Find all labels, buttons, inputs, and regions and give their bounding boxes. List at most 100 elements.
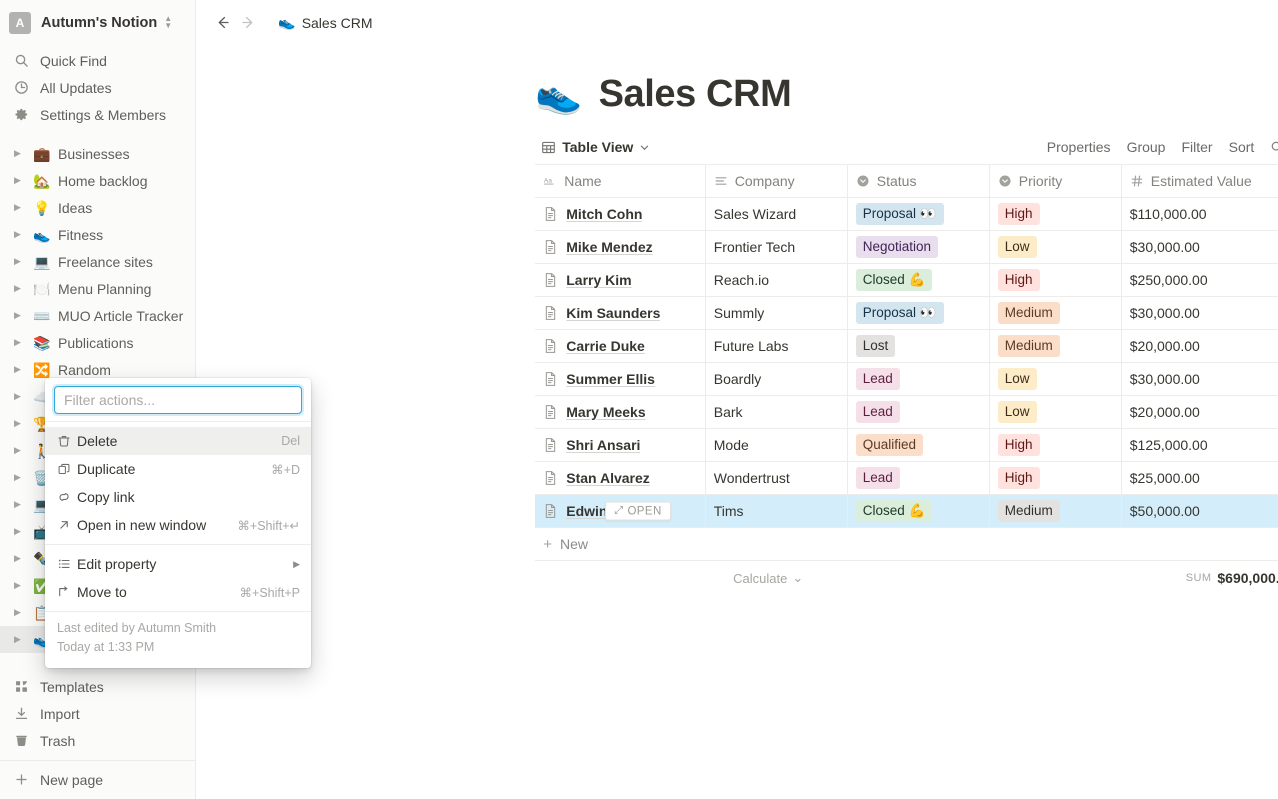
table-row[interactable]: Kim Saunders Summly Proposal 👀 Medium $3… [535, 296, 1278, 330]
filter-button[interactable]: Filter [1174, 135, 1219, 159]
cell-company[interactable]: Tims [705, 494, 848, 528]
sidebar-page-freelance-sites[interactable]: ▶ 💻 Freelance sites [0, 248, 195, 275]
table-row[interactable]: Shri Ansari Mode Qualified High $125,000… [535, 428, 1278, 462]
cell-priority[interactable]: Low [989, 395, 1122, 429]
cell-name[interactable]: Kim Saunders [535, 296, 706, 330]
table-row[interactable]: Larry Kim Reach.io Closed 💪 High $250,00… [535, 263, 1278, 297]
table-row[interactable]: Stan Alvarez Wondertrust Lead High $25,0… [535, 461, 1278, 495]
cell-company[interactable]: Bark [705, 395, 848, 429]
cell-priority[interactable]: High [989, 428, 1122, 462]
sidebar-item-quick-find[interactable]: Quick Find [0, 47, 195, 74]
column-header-status[interactable]: Status [847, 164, 990, 198]
cell-estimated-value[interactable]: $25,000.00 [1121, 461, 1278, 495]
cell-estimated-value[interactable]: $20,000.00 [1121, 329, 1278, 363]
sidebar-item-settings-members[interactable]: Settings & Members [0, 101, 195, 128]
chevron-right-icon[interactable]: ▶ [14, 446, 28, 455]
chevron-right-icon[interactable]: ▶ [14, 608, 28, 617]
sidebar-item-all-updates[interactable]: All Updates [0, 74, 195, 101]
cell-estimated-value[interactable]: $30,000.00 [1121, 230, 1278, 264]
cell-status[interactable]: Negotiation [847, 230, 990, 264]
cell-name[interactable]: ⠿ Edwin Ch ⤢ OPEN [535, 494, 706, 528]
chevron-right-icon[interactable]: ▶ [14, 284, 28, 293]
menu-item-edit-property[interactable]: Edit property ▶ [45, 550, 311, 578]
sidebar-page-menu-planning[interactable]: ▶ 🍽️ Menu Planning [0, 275, 195, 302]
properties-button[interactable]: Properties [1040, 135, 1118, 159]
menu-item-duplicate[interactable]: Duplicate ⌘+D [45, 455, 311, 483]
sidebar-page-ideas[interactable]: ▶ 💡 Ideas [0, 194, 195, 221]
chevron-right-icon[interactable]: ▶ [14, 149, 28, 158]
cell-priority[interactable]: Medium [989, 296, 1122, 330]
chevron-right-icon[interactable]: ▶ [14, 473, 28, 482]
cell-estimated-value[interactable]: $30,000.00 [1121, 296, 1278, 330]
cell-priority[interactable]: Medium [989, 494, 1122, 528]
table-row[interactable]: Mitch Cohn Sales Wizard Proposal 👀 High … [535, 197, 1278, 231]
cell-priority[interactable]: High [989, 197, 1122, 231]
cell-priority[interactable]: High [989, 263, 1122, 297]
cell-company[interactable]: Summly [705, 296, 848, 330]
cell-estimated-value[interactable]: $20,000.00 [1121, 395, 1278, 429]
cell-status[interactable]: Lost [847, 329, 990, 363]
table-row[interactable]: Summer Ellis Boardly Lead Low $30,000.00… [535, 362, 1278, 396]
sidebar-page-businesses[interactable]: ▶ 💼 Businesses [0, 140, 195, 167]
sidebar-page-home-backlog[interactable]: ▶ 🏡 Home backlog [0, 167, 195, 194]
cell-name[interactable]: Stan Alvarez [535, 461, 706, 495]
group-button[interactable]: Group [1120, 135, 1173, 159]
cell-name[interactable]: Summer Ellis [535, 362, 706, 396]
cell-status[interactable]: Lead [847, 395, 990, 429]
cell-name[interactable]: Mary Meeks [535, 395, 706, 429]
cell-company[interactable]: Reach.io [705, 263, 848, 297]
cell-name[interactable]: Mitch Cohn [535, 197, 706, 231]
cell-name[interactable]: Larry Kim [535, 263, 706, 297]
sidebar-item-templates[interactable]: Templates [0, 673, 195, 700]
workspace-switcher[interactable]: A Autumn's Notion ▲ ▼ [0, 0, 195, 45]
tab-table-view[interactable]: Table View [535, 136, 656, 158]
sidebar-item-trash[interactable]: Trash [0, 727, 195, 754]
chevron-right-icon[interactable]: ▶ [14, 392, 28, 401]
column-header-name[interactable]: Aa Name [535, 164, 706, 198]
table-row[interactable]: Carrie Duke Future Labs Lost Medium $20,… [535, 329, 1278, 363]
cell-company[interactable]: Mode [705, 428, 848, 462]
cell-estimated-value[interactable]: $50,000.00 [1121, 494, 1278, 528]
cell-estimated-value[interactable]: $30,000.00 [1121, 362, 1278, 396]
sidebar-page-publications[interactable]: ▶ 📚 Publications [0, 329, 195, 356]
cell-status[interactable]: Proposal 👀 [847, 197, 990, 231]
cell-name[interactable]: Mike Mendez [535, 230, 706, 264]
menu-item-delete[interactable]: Delete Del [45, 427, 311, 455]
new-row-button[interactable]: + New [535, 528, 1278, 561]
search-button[interactable]: Search [1263, 135, 1278, 159]
column-header-estimated-value[interactable]: Estimated Value [1121, 164, 1278, 198]
cell-estimated-value[interactable]: $110,000.00 [1121, 197, 1278, 231]
arrow-right-icon[interactable] [236, 11, 260, 35]
cell-company[interactable]: Boardly [705, 362, 848, 396]
sort-button[interactable]: Sort [1222, 135, 1262, 159]
sidebar-page-fitness[interactable]: ▶ 👟 Fitness [0, 221, 195, 248]
arrow-left-icon[interactable] [210, 11, 234, 35]
cell-priority[interactable]: Medium [989, 329, 1122, 363]
cell-company[interactable]: Sales Wizard [705, 197, 848, 231]
column-header-company[interactable]: Company [705, 164, 848, 198]
menu-item-move-to[interactable]: Move to ⌘+Shift+P [45, 578, 311, 606]
menu-item-open-in-new-window[interactable]: Open in new window ⌘+Shift+↵ [45, 511, 311, 539]
calculate-button[interactable]: Calculate ⌄ [535, 570, 847, 586]
cell-status[interactable]: Qualified [847, 428, 990, 462]
chevron-right-icon[interactable]: ▶ [14, 365, 28, 374]
chevron-right-icon[interactable]: ▶ [14, 176, 28, 185]
cell-name[interactable]: Shri Ansari [535, 428, 706, 462]
chevron-right-icon[interactable]: ▶ [14, 581, 28, 590]
cell-status[interactable]: Proposal 👀 [847, 296, 990, 330]
cell-company[interactable]: Wondertrust [705, 461, 848, 495]
breadcrumb[interactable]: 👟 Sales CRM [272, 12, 378, 33]
page-icon[interactable]: 👟 [535, 76, 582, 114]
cell-estimated-value[interactable]: $125,000.00 [1121, 428, 1278, 462]
cell-priority[interactable]: Low [989, 362, 1122, 396]
cell-estimated-value[interactable]: $250,000.00 [1121, 263, 1278, 297]
table-row[interactable]: ⠿ Edwin Ch ⤢ OPEN [535, 494, 1278, 528]
open-row-button[interactable]: ⤢ OPEN [605, 501, 671, 521]
chevron-right-icon[interactable]: ▶ [14, 635, 28, 644]
sidebar-item-import[interactable]: Import [0, 700, 195, 727]
chevron-right-icon[interactable]: ▶ [14, 527, 28, 536]
chevron-right-icon[interactable]: ▶ [14, 311, 28, 320]
table-row[interactable]: Mike Mendez Frontier Tech Negotiation Lo… [535, 230, 1278, 264]
cell-priority[interactable]: High [989, 461, 1122, 495]
page-title[interactable]: Sales CRM [599, 73, 792, 116]
